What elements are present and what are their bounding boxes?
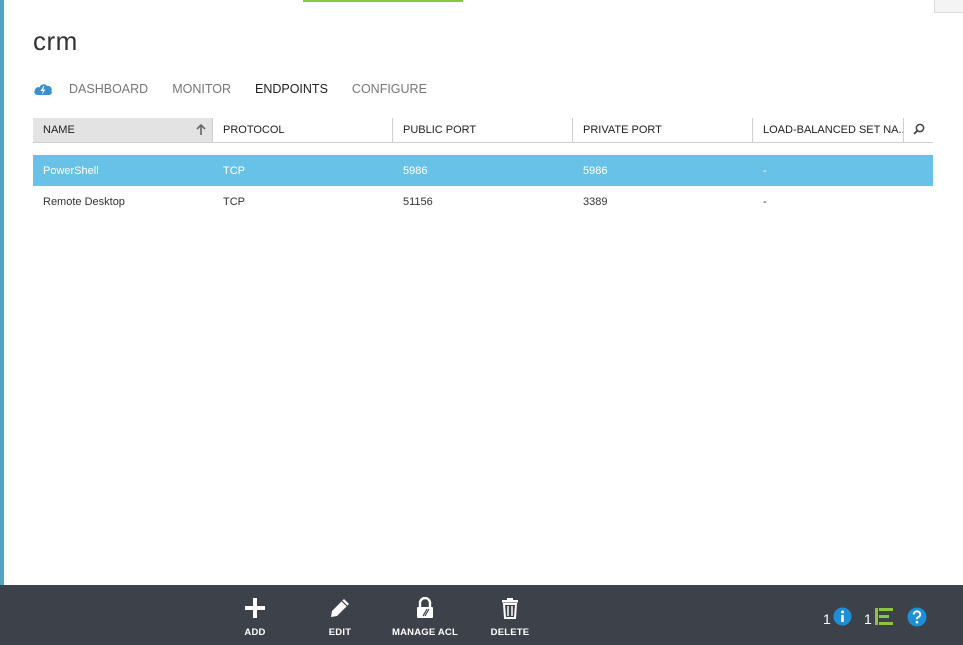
cell-public-port: 5986 bbox=[403, 164, 428, 177]
cell-private-port: 3389 bbox=[583, 195, 608, 208]
table-row[interactable]: Remote Desktop TCP 51156 3389 - bbox=[33, 186, 933, 217]
plus-icon bbox=[244, 595, 266, 619]
cell-name: Remote Desktop bbox=[43, 195, 125, 208]
cell-protocol: TCP bbox=[223, 195, 245, 208]
add-button[interactable]: ADD bbox=[215, 595, 295, 638]
delete-button-label: DELETE bbox=[490, 627, 530, 638]
lock-icon bbox=[415, 595, 435, 619]
tab-monitor[interactable]: MONITOR bbox=[172, 82, 231, 96]
info-count: 1 bbox=[823, 611, 831, 627]
trash-icon bbox=[501, 595, 519, 619]
add-button-label: ADD bbox=[244, 627, 266, 638]
cell-spacer bbox=[904, 186, 933, 217]
cell-lb-set: - bbox=[763, 195, 767, 208]
tab-endpoints[interactable]: ENDPOINTS bbox=[255, 82, 328, 96]
column-header-protocol[interactable]: PROTOCOL bbox=[213, 118, 393, 142]
info-notifications[interactable]: 1 bbox=[823, 607, 852, 631]
cell-private-port: 5986 bbox=[583, 164, 608, 177]
search-icon bbox=[912, 123, 925, 138]
cell-name: PowerShell bbox=[43, 164, 99, 177]
pencil-icon bbox=[329, 595, 351, 619]
cloud-service-icon bbox=[33, 80, 53, 98]
scrollbar-stub[interactable] bbox=[934, 0, 963, 13]
page-title: crm bbox=[33, 26, 78, 56]
cell-protocol: TCP bbox=[223, 164, 245, 177]
cell-spacer bbox=[904, 155, 933, 186]
info-icon bbox=[833, 607, 852, 631]
table-row[interactable]: PowerShell TCP 5986 5986 - bbox=[33, 155, 933, 186]
column-header-public-port[interactable]: PUBLIC PORT bbox=[393, 118, 573, 142]
edit-button-label: EDIT bbox=[328, 627, 352, 638]
column-header-label: NAME bbox=[43, 124, 75, 136]
grid-search-button[interactable] bbox=[904, 118, 933, 142]
operations-status[interactable]: 1 bbox=[864, 607, 894, 631]
delete-button[interactable]: DELETE bbox=[470, 595, 550, 638]
endpoints-grid: NAME PROTOCOL PUBLIC PORT PRIVATE PORT L… bbox=[33, 118, 933, 217]
edit-button[interactable]: EDIT bbox=[300, 595, 380, 638]
sort-ascending-arrow-icon bbox=[196, 123, 206, 136]
grid-body: PowerShell TCP 5986 5986 - Remote Deskto… bbox=[33, 155, 933, 217]
column-header-name[interactable]: NAME bbox=[33, 118, 213, 142]
command-bar: ADD EDIT MANAGE ACL DELETE 1 1 bbox=[0, 585, 963, 645]
loading-progress-bar bbox=[303, 0, 463, 2]
operations-count: 1 bbox=[864, 611, 872, 627]
column-header-private-port[interactable]: PRIVATE PORT bbox=[573, 118, 753, 142]
tab-strip: DASHBOARD MONITOR ENDPOINTS CONFIGURE bbox=[33, 78, 451, 100]
help-button[interactable] bbox=[907, 607, 927, 632]
manage-acl-button-label: MANAGE ACL bbox=[391, 627, 459, 638]
grid-header: NAME PROTOCOL PUBLIC PORT PRIVATE PORT L… bbox=[33, 118, 933, 143]
cell-lb-set: - bbox=[763, 164, 767, 177]
column-header-lb-set[interactable]: LOAD-BALANCED SET NA... bbox=[753, 118, 904, 142]
cell-public-port: 51156 bbox=[403, 195, 433, 208]
manage-acl-button[interactable]: MANAGE ACL bbox=[385, 595, 465, 638]
operations-list-icon bbox=[874, 607, 894, 631]
tab-configure[interactable]: CONFIGURE bbox=[352, 82, 427, 96]
tab-dashboard[interactable]: DASHBOARD bbox=[69, 82, 148, 96]
left-accent-bar bbox=[0, 0, 4, 585]
help-icon bbox=[907, 607, 927, 632]
